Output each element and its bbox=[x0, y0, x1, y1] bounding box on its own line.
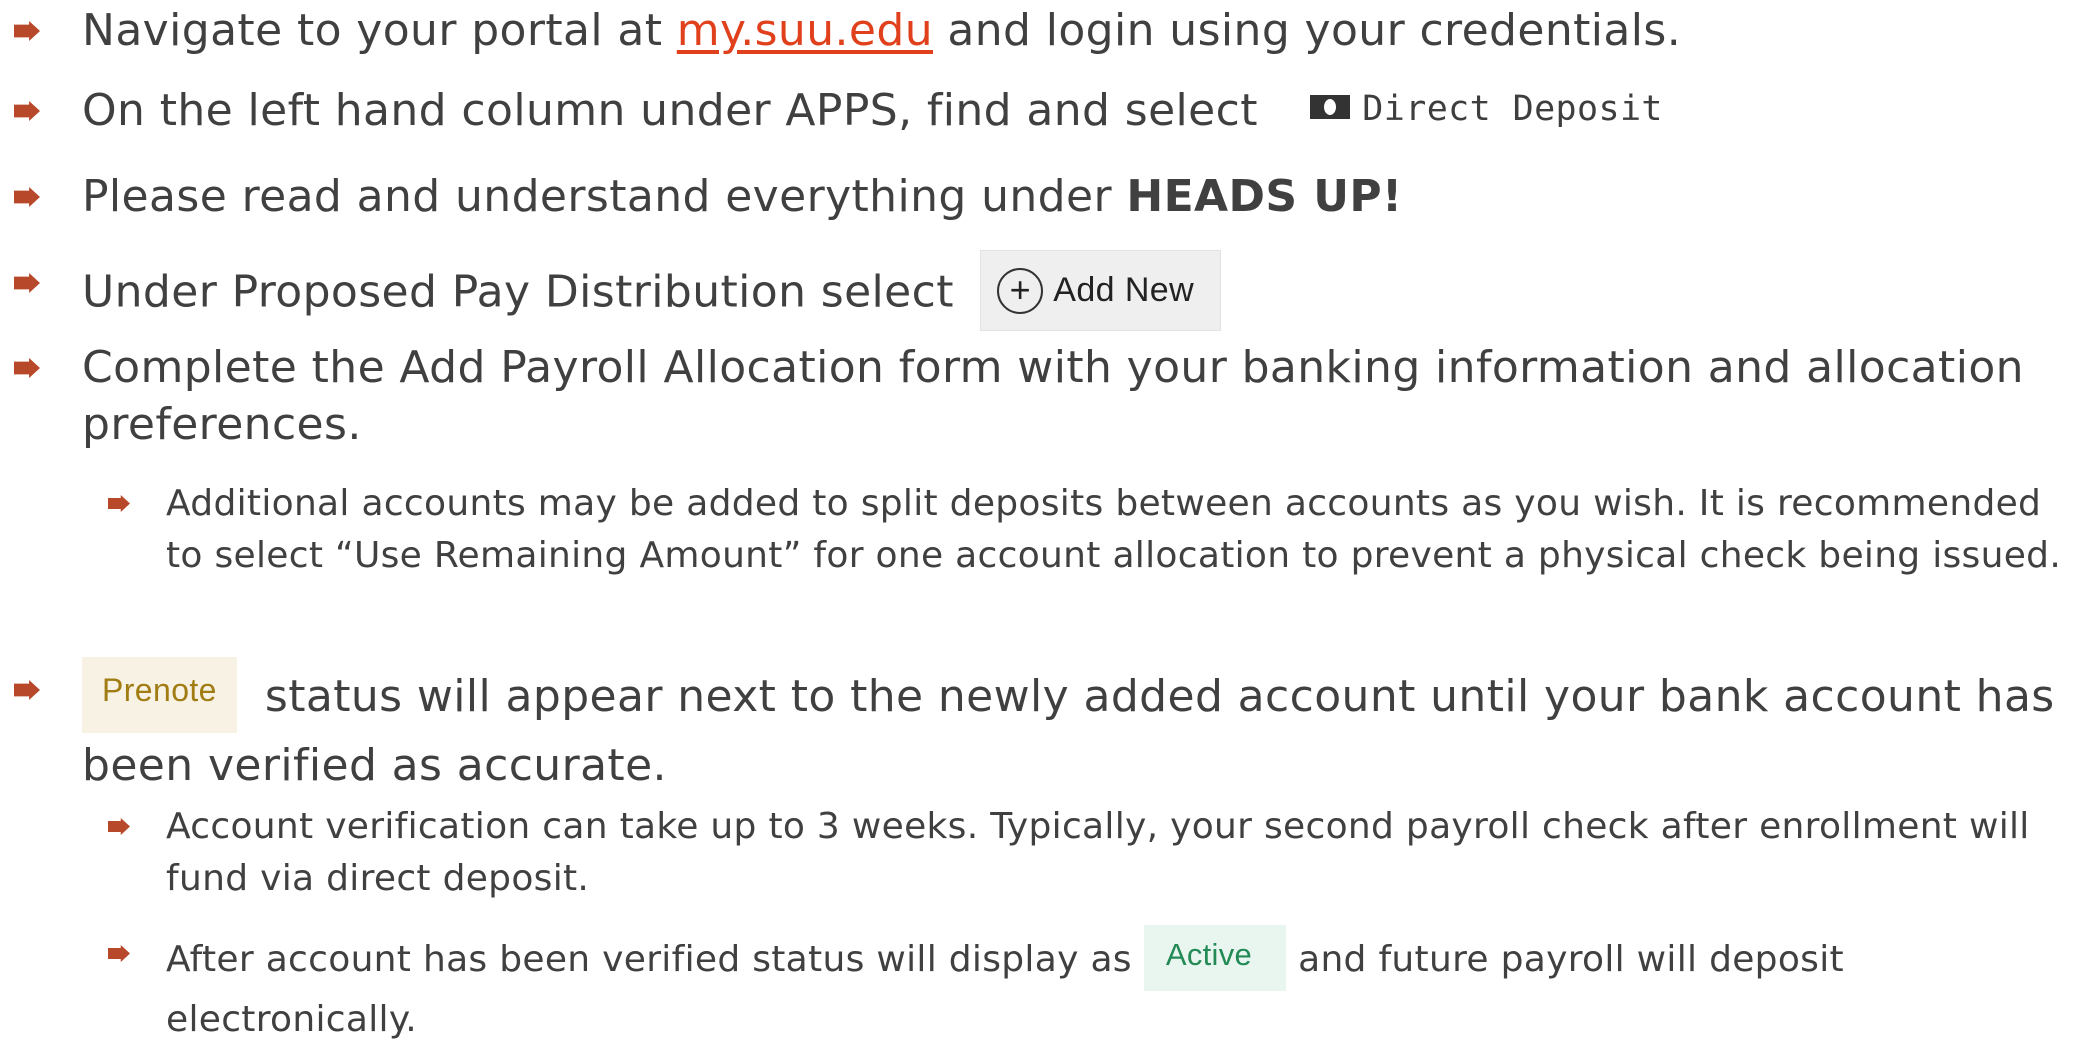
step-add-new: Under Proposed Pay Distribution select +… bbox=[14, 250, 2072, 335]
arrow-bullet-icon bbox=[108, 818, 130, 835]
step-text: Additional accounts may be added to spli… bbox=[166, 483, 2062, 576]
step-text: Account verification can take up to 3 we… bbox=[166, 806, 2030, 899]
cash-icon bbox=[1310, 94, 1351, 119]
step-text: On the left hand column under APPS, find… bbox=[82, 85, 1258, 136]
substep-active-status: After account has been verified status w… bbox=[108, 925, 2066, 1046]
step-complete-form: Complete the Add Payroll Allocation form… bbox=[14, 339, 2072, 453]
portal-link[interactable]: my.suu.edu bbox=[677, 5, 933, 56]
step-text: Navigate to your portal at bbox=[82, 5, 677, 56]
arrow-bullet-icon bbox=[14, 358, 40, 378]
direct-deposit-app-link[interactable]: Direct Deposit bbox=[1310, 81, 1663, 138]
step-navigate-portal: Navigate to your portal at my.suu.edu an… bbox=[14, 2, 2072, 59]
arrow-bullet-icon bbox=[14, 101, 40, 121]
step-prenote-status: Prenote status will appear next to the ne… bbox=[14, 657, 2072, 794]
add-new-button[interactable]: + Add New bbox=[980, 250, 1222, 331]
substep-verification-time: Account verification can take up to 3 we… bbox=[108, 801, 2066, 905]
step-text: status will appear next to the newly add… bbox=[82, 671, 2055, 791]
plus-circle-icon: + bbox=[997, 267, 1044, 314]
direct-deposit-label: Direct Deposit bbox=[1362, 88, 1663, 129]
arrow-bullet-icon bbox=[108, 945, 130, 962]
step-text: Complete the Add Payroll Allocation form… bbox=[82, 342, 2024, 450]
step-heads-up: Please read and understand everything un… bbox=[14, 168, 2072, 225]
arrow-bullet-icon bbox=[14, 680, 40, 700]
arrow-bullet-icon bbox=[14, 21, 40, 41]
arrow-bullet-icon bbox=[14, 187, 40, 207]
heads-up-emphasis: HEADS UP! bbox=[1126, 171, 1403, 222]
arrow-bullet-icon bbox=[14, 273, 40, 293]
step-text: After account has been verified status w… bbox=[166, 939, 1132, 980]
arrow-bullet-icon bbox=[108, 495, 130, 512]
step-text: Under Proposed Pay Distribution select bbox=[82, 266, 954, 318]
step-select-direct-deposit: On the left hand column under APPS, find… bbox=[14, 81, 2072, 142]
active-status-badge: Active bbox=[1143, 925, 1287, 991]
prenote-status-badge: Prenote bbox=[82, 657, 237, 733]
add-new-label: Add New bbox=[1053, 271, 1195, 309]
substep-additional-accounts: Additional accounts may be added to spli… bbox=[108, 478, 2066, 582]
step-text: Please read and understand everything un… bbox=[82, 171, 1127, 222]
instructions-page: Navigate to your portal at my.suu.edu an… bbox=[0, 0, 2088, 1040]
step-text: and login using your credentials. bbox=[932, 5, 1682, 56]
